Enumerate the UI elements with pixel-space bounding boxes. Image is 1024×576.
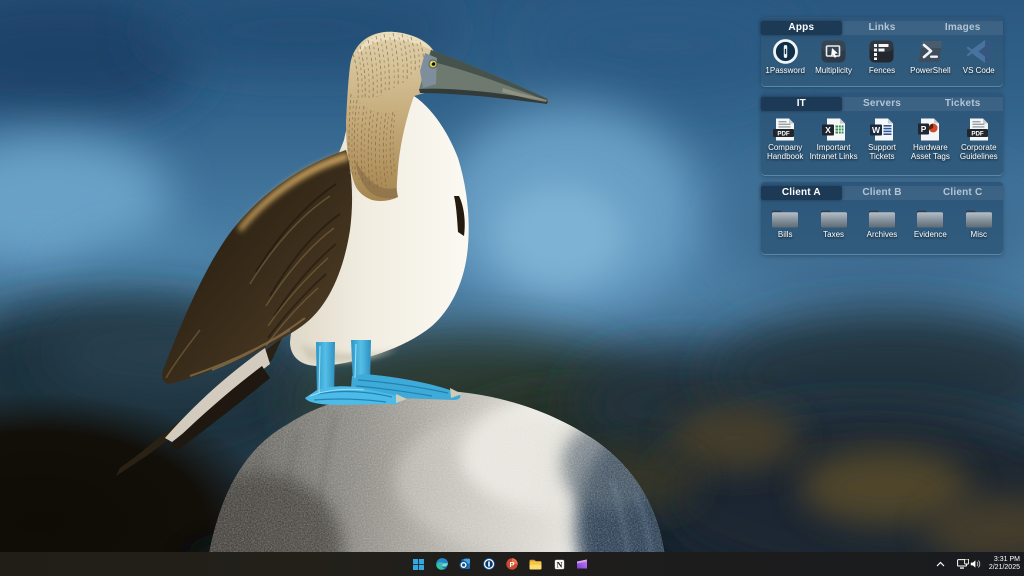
svg-text:PDF: PDF bbox=[971, 130, 984, 137]
svg-text:P: P bbox=[510, 560, 515, 569]
svg-text:N: N bbox=[556, 560, 562, 569]
svg-text:W: W bbox=[872, 125, 881, 135]
svg-text:P: P bbox=[921, 124, 927, 134]
svg-text:X: X bbox=[825, 125, 831, 135]
svg-text:PDF: PDF bbox=[778, 130, 791, 137]
